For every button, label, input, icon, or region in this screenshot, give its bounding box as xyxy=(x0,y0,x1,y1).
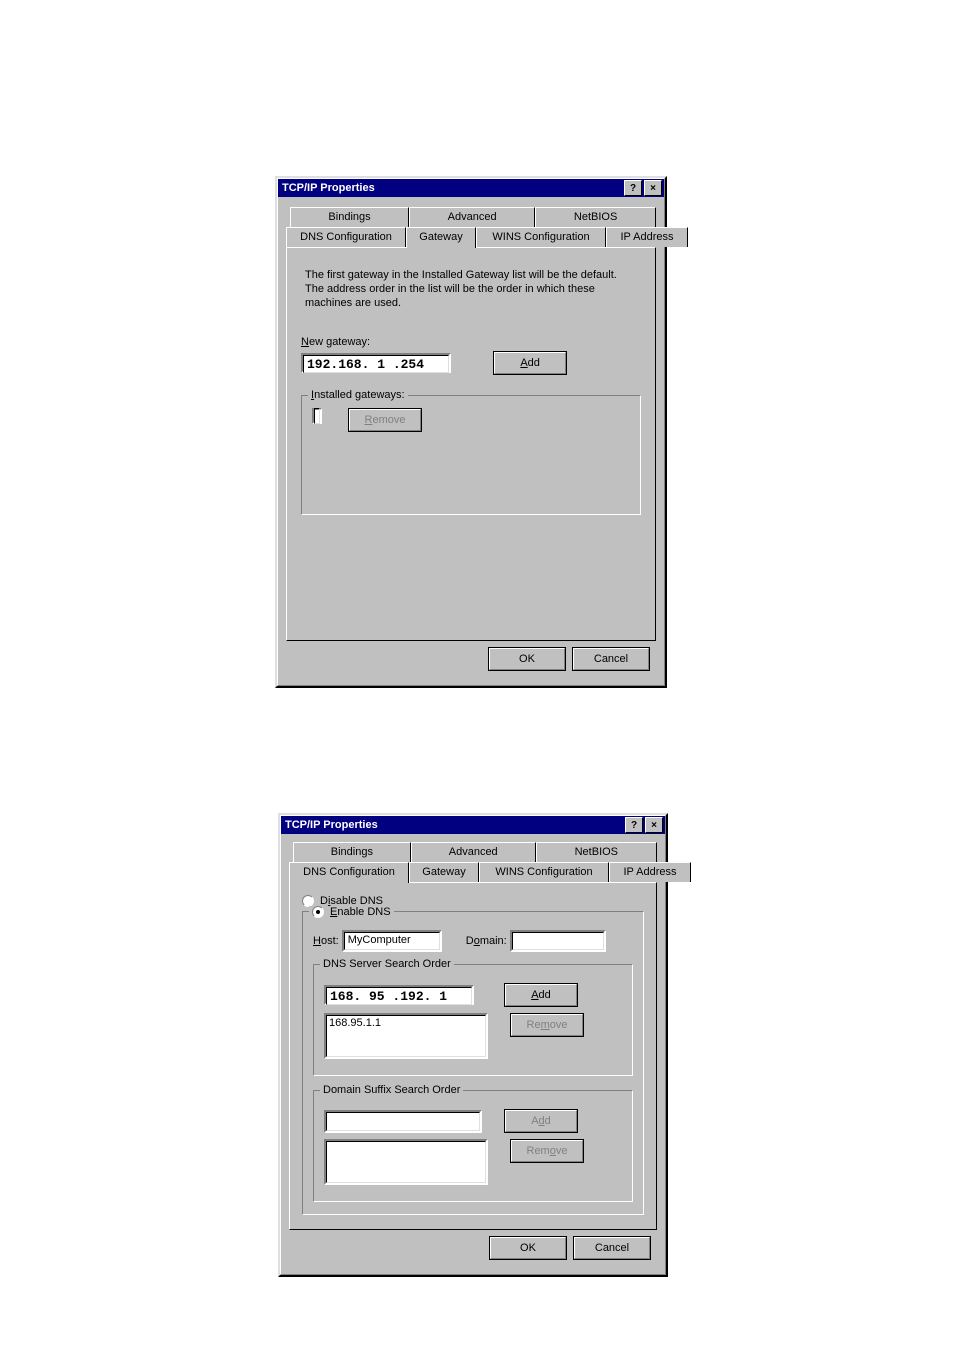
new-gateway-input[interactable]: 192.168. 1 .254 xyxy=(301,353,451,373)
host-input[interactable]: MyComputer xyxy=(342,930,442,952)
help-icon[interactable]: ? xyxy=(625,817,643,833)
ok-button[interactable]: OK xyxy=(489,1236,567,1260)
domain-label: Domain: xyxy=(466,935,510,947)
installed-gateways-label: Installed gateways: xyxy=(308,389,408,401)
tab-ip-address[interactable]: IP Address xyxy=(609,862,691,882)
new-gateway-label: New gateway: xyxy=(301,336,641,348)
dns-server-list[interactable]: 168.95.1.1 xyxy=(324,1013,488,1059)
domain-input[interactable] xyxy=(510,930,606,952)
tab-ip-address[interactable]: IP Address xyxy=(606,227,688,247)
tcpip-properties-dialog-gateway: TCP/IP Properties ? × Bindings Advanced … xyxy=(275,176,667,688)
tab-advanced[interactable]: Advanced xyxy=(409,207,535,227)
dns-server-input[interactable]: 168. 95 .192. 1 xyxy=(324,985,474,1005)
close-icon[interactable]: × xyxy=(644,180,662,196)
remove-button: Remove xyxy=(348,408,422,432)
tab-dns-configuration[interactable]: DNS Configuration xyxy=(289,862,409,883)
tab-wins-configuration[interactable]: WINS Configuration xyxy=(476,227,606,247)
domain-suffix-list[interactable] xyxy=(324,1139,488,1185)
tab-bindings[interactable]: Bindings xyxy=(290,207,409,227)
window-title: TCP/IP Properties xyxy=(280,182,622,194)
dns-remove-button: Remove xyxy=(510,1013,584,1037)
tab-wins-configuration[interactable]: WINS Configuration xyxy=(479,862,609,882)
suffix-remove-button: Remove xyxy=(510,1139,584,1163)
tcpip-properties-dialog-dns: TCP/IP Properties ? × Bindings Advanced … xyxy=(278,813,668,1277)
window-title: TCP/IP Properties xyxy=(283,819,623,831)
cancel-button[interactable]: Cancel xyxy=(573,1236,651,1260)
radio-icon xyxy=(312,906,324,918)
tab-bindings[interactable]: Bindings xyxy=(293,842,411,862)
list-item[interactable]: 168.95.1.1 xyxy=(329,1017,483,1029)
dns-add-button[interactable]: Add xyxy=(504,983,578,1007)
domain-suffix-input[interactable] xyxy=(324,1110,482,1133)
ok-button[interactable]: OK xyxy=(488,647,566,671)
titlebar[interactable]: TCP/IP Properties ? × xyxy=(281,816,665,834)
host-label: Host: xyxy=(313,935,342,947)
tab-dns-configuration[interactable]: DNS Configuration xyxy=(286,227,406,247)
cancel-button[interactable]: Cancel xyxy=(572,647,650,671)
installed-gateways-list[interactable] xyxy=(312,408,322,424)
add-button[interactable]: Add xyxy=(493,351,567,375)
tab-gateway[interactable]: Gateway xyxy=(406,227,476,248)
tab-gateway[interactable]: Gateway xyxy=(409,862,479,882)
domain-suffix-label: Domain Suffix Search Order xyxy=(320,1084,463,1096)
help-icon[interactable]: ? xyxy=(624,180,642,196)
titlebar[interactable]: TCP/IP Properties ? × xyxy=(278,179,664,197)
enable-dns-label: Enable DNS xyxy=(330,906,391,918)
tab-netbios[interactable]: NetBIOS xyxy=(536,842,657,862)
close-icon[interactable]: × xyxy=(645,817,663,833)
tab-netbios[interactable]: NetBIOS xyxy=(535,207,656,227)
enable-dns-radio[interactable]: Enable DNS xyxy=(309,906,394,918)
suffix-add-button: Add xyxy=(504,1109,578,1133)
dns-search-order-label: DNS Server Search Order xyxy=(320,958,454,970)
tab-advanced[interactable]: Advanced xyxy=(411,842,536,862)
gateway-description: The first gateway in the Installed Gatew… xyxy=(305,268,637,310)
